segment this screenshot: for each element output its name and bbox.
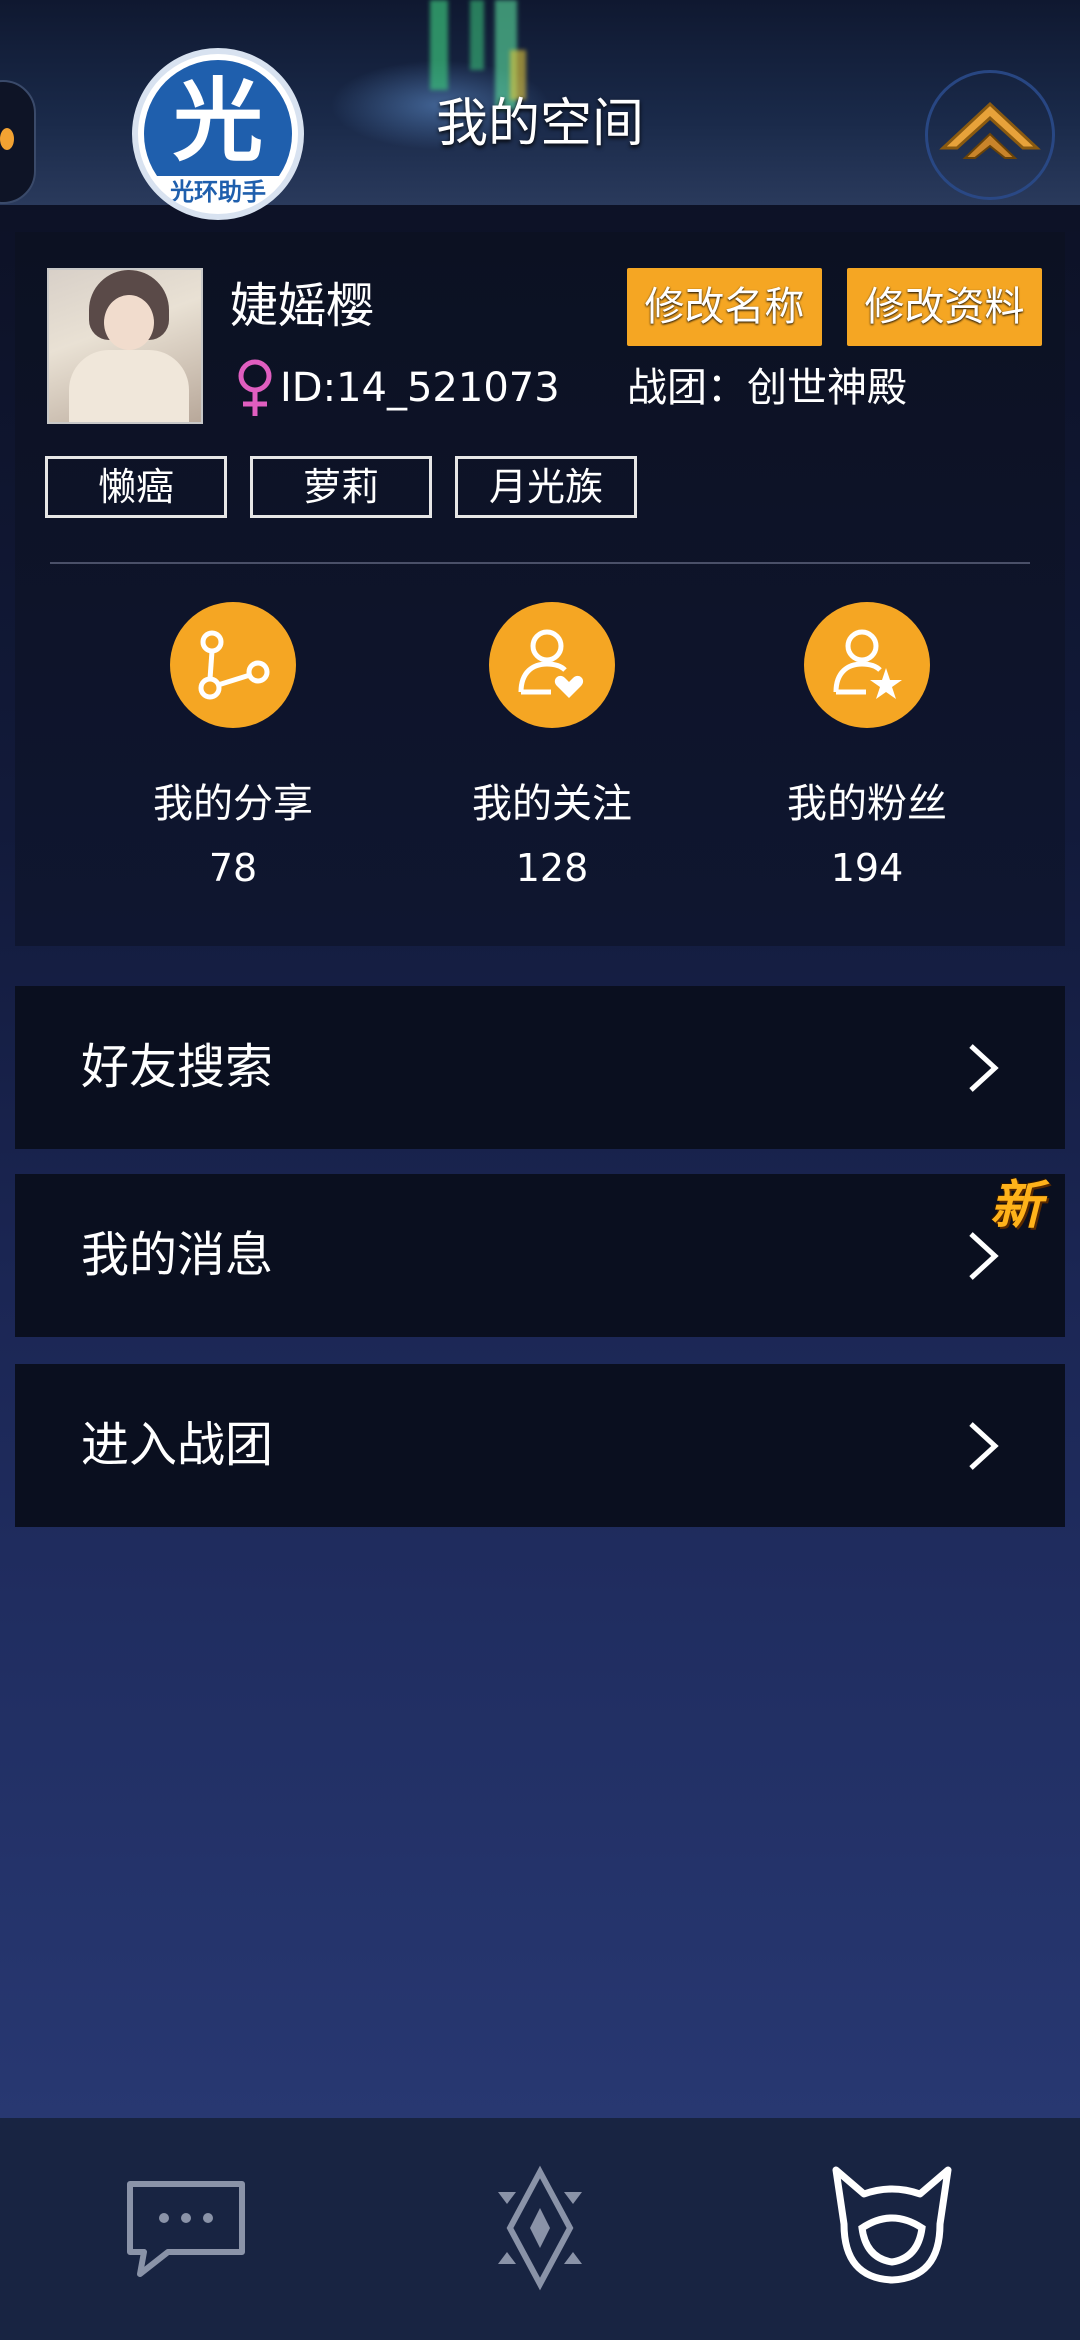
profile-card: 婕媱樱 ID:14_521073 修改名称 修改资料 战团：创世神殿 懒癌 萝莉…: [15, 232, 1065, 946]
username: 婕媱樱: [230, 278, 375, 334]
diamond-emblem-icon: [498, 2165, 582, 2291]
edit-profile-button[interactable]: 修改资料: [847, 268, 1042, 346]
new-badge: 新: [990, 1176, 1043, 1236]
bottom-navigation: [0, 2118, 1080, 2340]
logo-character: 光: [173, 69, 263, 174]
stat-following[interactable]: 我的关注 128: [422, 602, 682, 892]
nav-chat[interactable]: [116, 2158, 256, 2298]
profile-tag: 月光族: [455, 456, 637, 518]
menu-my-messages[interactable]: 我的消息: [15, 1174, 1065, 1337]
chevron-right-icon: [969, 1232, 999, 1280]
stat-value: 194: [830, 846, 904, 890]
fans-star-icon: [804, 602, 930, 728]
stat-label: 我的关注: [472, 781, 632, 827]
user-id: ID:14_521073: [280, 365, 560, 411]
nav-profile[interactable]: [822, 2158, 962, 2298]
menu-label: 好友搜索: [81, 1039, 274, 1095]
divider: [50, 562, 1030, 564]
avatar[interactable]: [47, 268, 203, 424]
menu-label: 我的消息: [81, 1227, 274, 1283]
stat-label: 我的粉丝: [787, 781, 947, 827]
app-logo[interactable]: 光 光环助手: [132, 48, 304, 220]
nav-emblem[interactable]: [470, 2158, 610, 2298]
avatar-face: [104, 295, 154, 350]
profile-tag: 萝莉: [250, 456, 432, 518]
stat-shares[interactable]: 我的分享 78: [103, 602, 363, 892]
chevron-right-icon: [969, 1044, 999, 1092]
home-button[interactable]: [925, 70, 1055, 200]
female-gender-icon: [238, 359, 272, 416]
stat-value: 128: [515, 846, 589, 890]
menu-friend-search[interactable]: 好友搜索: [15, 986, 1065, 1149]
share-icon: [170, 602, 296, 728]
header-background-light: [430, 0, 448, 90]
avatar-dress: [69, 350, 189, 422]
follow-heart-icon: [489, 602, 615, 728]
stat-fans[interactable]: 我的粉丝 194: [737, 602, 997, 892]
chevron-right-icon: [969, 1422, 999, 1470]
chat-bubble-icon: [127, 2181, 245, 2277]
cat-face-icon: [832, 2166, 952, 2284]
header-background-light: [470, 0, 484, 70]
logo-caption: 光环助手: [138, 176, 298, 208]
menu-enter-guild[interactable]: 进入战团: [15, 1364, 1065, 1527]
guild-label: 战团：创世神殿: [627, 365, 907, 411]
stat-value: 78: [208, 846, 258, 890]
rename-button[interactable]: 修改名称: [627, 268, 822, 346]
home-icon: [939, 101, 1041, 159]
stat-label: 我的分享: [153, 781, 313, 827]
menu-label: 进入战团: [81, 1417, 274, 1473]
profile-tag: 懒癌: [45, 456, 227, 518]
